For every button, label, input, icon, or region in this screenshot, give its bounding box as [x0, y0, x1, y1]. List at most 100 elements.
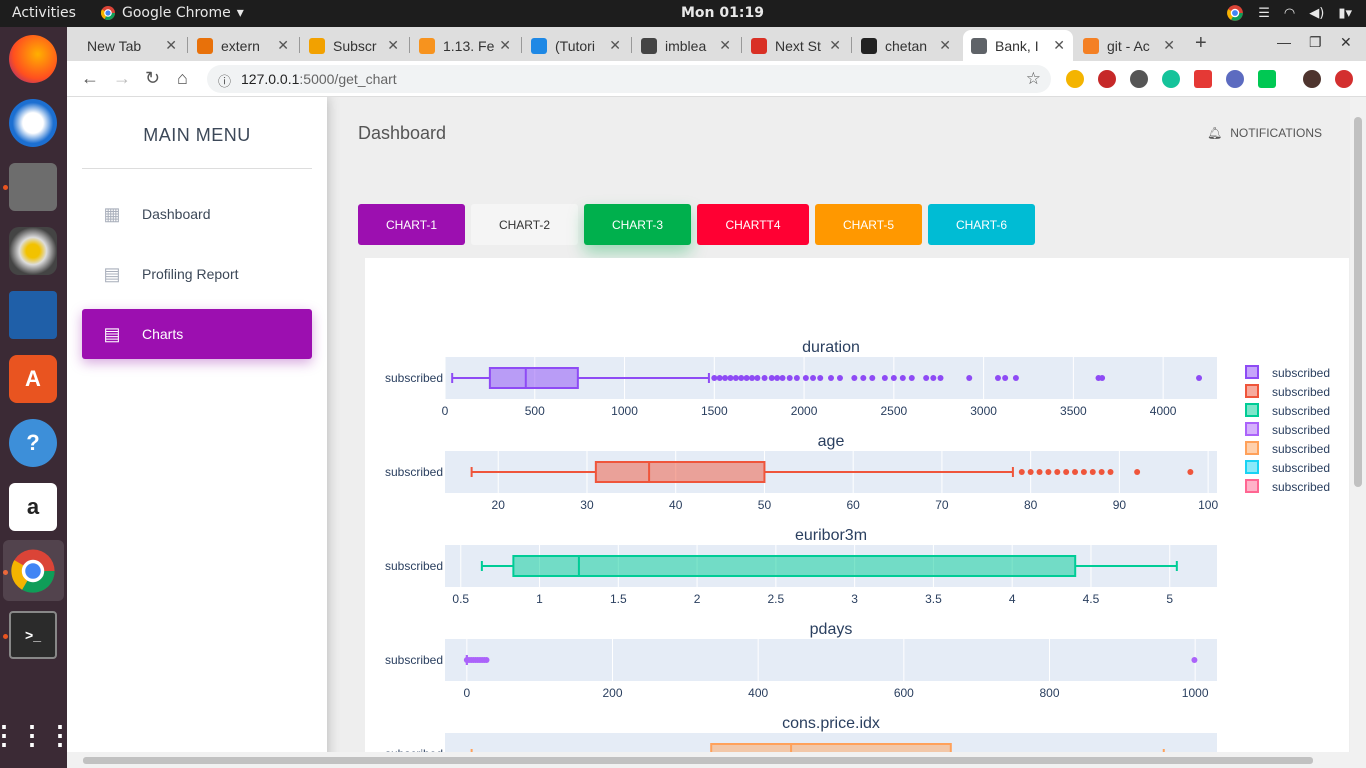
extension-icon[interactable]	[1258, 70, 1276, 88]
browser-tab[interactable]: Subscr ✕	[301, 30, 407, 61]
browser-tab[interactable]: chetan ✕	[853, 30, 959, 61]
chart-button-6[interactable]: CHART-6	[928, 204, 1035, 245]
favicon-icon	[419, 37, 435, 54]
terminal-icon[interactable]: >_	[9, 611, 57, 659]
chart-button-4[interactable]: CHARTT4	[697, 204, 809, 245]
files-icon[interactable]	[9, 163, 57, 211]
legend-label: subscribed	[1272, 385, 1330, 399]
outlier-point	[754, 375, 761, 381]
amazon-icon[interactable]: a	[9, 483, 57, 531]
outlier-point	[1107, 469, 1114, 475]
extension-icon[interactable]	[1066, 70, 1084, 88]
activities-button[interactable]: Activities	[12, 5, 76, 21]
browser-tab[interactable]: (Tutori ✕	[523, 30, 629, 61]
address-bar[interactable]: ⓘ 127.0.0.1:5000/get_chart ☆	[207, 65, 1051, 93]
close-tab-icon[interactable]: ✕	[1163, 37, 1175, 54]
app-menu[interactable]: Google Chrome ▾	[100, 5, 244, 21]
app-grid-icon[interactable]: ⋮⋮⋮	[0, 711, 73, 759]
bell-icon: 🔔︎	[1206, 126, 1223, 140]
system-tray[interactable]: ☰ ◠ ◀) ▮▾	[1226, 4, 1352, 22]
chart-button-1[interactable]: CHART-1	[358, 204, 465, 245]
tick-label: 500	[525, 404, 545, 418]
vertical-scrollbar[interactable]	[1350, 97, 1366, 768]
extension-icon[interactable]	[1194, 70, 1212, 88]
back-icon[interactable]: ←	[81, 68, 99, 89]
notifications-button[interactable]: 🔔︎ NOTIFICATIONS	[1207, 126, 1322, 140]
horizontal-scrollbar[interactable]	[67, 752, 1350, 768]
extension-icon[interactable]	[1130, 70, 1148, 88]
clipboard-icon[interactable]: ☰	[1258, 6, 1270, 21]
browser-tab[interactable]: Bank, I ✕	[963, 30, 1073, 61]
home-icon[interactable]: ⌂	[177, 68, 188, 89]
chart-button-2[interactable]: CHART-2	[471, 204, 578, 245]
close-tab-icon[interactable]: ✕	[609, 37, 621, 54]
close-tab-icon[interactable]: ✕	[165, 37, 177, 54]
browser-tab[interactable]: New Tab ✕	[73, 30, 185, 61]
legend-label: subscribed	[1272, 423, 1330, 437]
clock[interactable]: Mon 01:19	[681, 5, 764, 21]
tick-label: 600	[894, 686, 914, 700]
outlier-point	[1027, 469, 1034, 475]
chrome-dock-icon[interactable]	[9, 547, 57, 595]
update-icon[interactable]	[1335, 70, 1353, 88]
outlier-point	[1196, 375, 1203, 381]
close-tab-icon[interactable]: ✕	[939, 37, 951, 54]
outlier-point	[1002, 375, 1009, 381]
close-tab-icon[interactable]: ✕	[719, 37, 731, 54]
outlier-point	[817, 375, 824, 381]
outlier-point	[743, 375, 750, 381]
chevron-down-icon: ▾	[236, 5, 244, 21]
forward-icon[interactable]: →	[113, 68, 131, 89]
legend-swatch	[1245, 422, 1259, 436]
bookmark-star-icon[interactable]: ☆	[1026, 69, 1041, 89]
minimize-icon[interactable]: —	[1277, 34, 1291, 50]
battery-icon[interactable]: ▮▾	[1338, 6, 1352, 21]
maximize-icon[interactable]: ❐	[1309, 34, 1322, 51]
close-tab-icon[interactable]: ✕	[387, 37, 399, 54]
close-window-icon[interactable]: ✕	[1340, 34, 1352, 51]
browser-tab[interactable]: imblea ✕	[633, 30, 739, 61]
browser-tab[interactable]: extern ✕	[189, 30, 297, 61]
chart-button-3[interactable]: CHART-3	[584, 204, 691, 245]
volume-icon[interactable]: ◀)	[1309, 6, 1324, 21]
legend-swatch	[1245, 384, 1259, 398]
firefox-icon[interactable]	[9, 35, 57, 83]
extension-icon[interactable]	[1098, 70, 1116, 88]
close-tab-icon[interactable]: ✕	[1053, 37, 1065, 54]
tab-label: chetan	[885, 37, 928, 54]
outlier-point	[1187, 469, 1194, 475]
tick-label: 3.5	[925, 592, 942, 606]
outlier-point	[722, 375, 729, 381]
sidebar-item-dashboard[interactable]: ▦ Dashboard	[82, 189, 312, 239]
chrome-tray-icon[interactable]	[1226, 4, 1244, 22]
url-text[interactable]: 127.0.0.1:5000/get_chart	[241, 71, 397, 87]
favicon-icon	[971, 37, 987, 54]
tick-label: 5	[1166, 592, 1173, 606]
grammarly-icon[interactable]	[1162, 70, 1180, 88]
tick-label: 2.5	[768, 592, 785, 606]
writer-icon[interactable]	[9, 291, 57, 339]
subplot-title: duration	[802, 339, 860, 356]
rhythmbox-icon[interactable]	[9, 227, 57, 275]
dock: A ? a >_ ⋮⋮⋮	[0, 27, 73, 768]
sidebar-item-charts[interactable]: ▤ Charts	[82, 309, 312, 359]
chart-button-5[interactable]: CHART-5	[815, 204, 922, 245]
close-tab-icon[interactable]: ✕	[829, 37, 841, 54]
reload-icon[interactable]: ↻	[145, 68, 160, 89]
browser-tab[interactable]: 1.13. Fe ✕	[411, 30, 519, 61]
legend-label: subscribed	[1272, 461, 1330, 475]
category-label: subscribed	[385, 559, 443, 573]
site-info-icon[interactable]: ⓘ	[218, 71, 231, 90]
wifi-icon[interactable]: ◠	[1284, 6, 1295, 21]
browser-tab[interactable]: git - Ac ✕	[1075, 30, 1183, 61]
thunderbird-icon[interactable]	[9, 99, 57, 147]
close-tab-icon[interactable]: ✕	[277, 37, 289, 54]
extension-icon[interactable]	[1226, 70, 1244, 88]
help-icon[interactable]: ?	[9, 419, 57, 467]
close-tab-icon[interactable]: ✕	[499, 37, 511, 54]
software-icon[interactable]: A	[9, 355, 57, 403]
sidebar-item-profiling-report[interactable]: ▤ Profiling Report	[82, 249, 312, 299]
profile-avatar[interactable]	[1303, 70, 1321, 88]
new-tab-button[interactable]: +	[1195, 32, 1207, 55]
browser-tab[interactable]: Next St ✕	[743, 30, 849, 61]
